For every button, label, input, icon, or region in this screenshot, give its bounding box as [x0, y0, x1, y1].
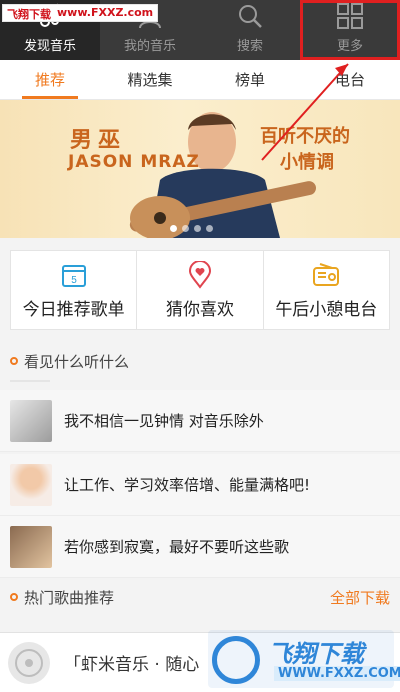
list-item[interactable]: 若你感到寂寞，最好不要听这些歌	[0, 516, 400, 578]
watermark-brand: 飞翔下载	[7, 8, 51, 21]
nav-label: 搜索	[236, 39, 263, 54]
promo-banner[interactable]: 男巫 JASON MRAZ 百听不厌的 小情调	[0, 100, 400, 238]
watermark-brand: 飞翔下载	[268, 640, 364, 668]
banner-artist-en: JASON MRAZ	[68, 152, 200, 172]
banner-pager	[170, 225, 213, 232]
section-bullet	[10, 593, 18, 601]
pager-dot[interactable]	[206, 225, 213, 232]
list-thumbnail	[10, 525, 52, 568]
watermark-url: www.FXXZ.com	[57, 6, 154, 19]
heart-location-icon	[188, 260, 211, 289]
top-nav: 发现音乐 我的音乐 搜索 更多 飞翔下载 www.FXXZ.com	[0, 0, 400, 60]
list-item-text: 让工作、学习效率倍增、能量满格吧!	[64, 476, 311, 494]
watermark-top: 飞翔下载 www.FXXZ.com	[2, 4, 159, 22]
list-item[interactable]: 让工作、学习效率倍增、能量满格吧!	[0, 454, 400, 516]
quick-label: 今日推荐歌单	[22, 299, 125, 320]
calendar-icon: 5	[61, 264, 86, 287]
list-thumbnail	[10, 399, 52, 442]
quick-label: 猜你喜欢	[165, 299, 234, 320]
section-see-what-hear: 看见什么听什么	[0, 344, 400, 378]
disc-icon	[8, 641, 50, 684]
quick-access: 5 今日推荐歌单 猜你喜欢 午后小憩电台	[10, 250, 390, 330]
pager-dot[interactable]	[182, 225, 189, 232]
watermark-url: WWW.FXXZ.COM	[274, 666, 400, 681]
watermark-bottom: 飞翔下载 WWW.FXXZ.COM	[208, 630, 400, 688]
pager-dot[interactable]	[194, 225, 201, 232]
list-item-text: 若你感到寂寞，最好不要听这些歌	[64, 538, 290, 556]
list-thumbnail	[10, 463, 52, 506]
section-title: 看见什么听什么	[24, 352, 130, 371]
pager-dot[interactable]	[170, 225, 177, 232]
list-item-text: 我不相信一见钟情 对音乐除外	[64, 412, 264, 430]
tab-charts[interactable]: 榜单	[200, 60, 300, 99]
mini-player[interactable]: 「虾米音乐 · 随心 飞翔下载 WWW.FXXZ.COM	[0, 630, 400, 692]
tab-featured[interactable]: 精选集	[100, 60, 200, 99]
nav-more[interactable]: 更多	[300, 0, 400, 60]
nav-search[interactable]: 搜索	[200, 0, 300, 60]
nav-label: 更多	[336, 39, 363, 54]
quick-label: 午后小憩电台	[275, 299, 378, 320]
banner-slogan-line2: 小情调	[280, 152, 334, 173]
watermark-logo-icon	[212, 636, 260, 684]
section-title: 热门歌曲推荐	[24, 588, 115, 607]
vinyl-icon	[15, 648, 43, 677]
divider	[10, 380, 50, 382]
player-now-playing: 「虾米音乐 · 随心	[64, 655, 200, 675]
quick-afternoon-radio[interactable]: 午后小憩电台	[264, 251, 389, 329]
section-bullet	[10, 357, 18, 365]
tab-radio[interactable]: 电台	[300, 60, 400, 99]
content-tabs: 推荐 精选集 榜单 电台	[0, 60, 400, 100]
list-item[interactable]: 我不相信一见钟情 对音乐除外	[0, 390, 400, 452]
nav-label: 我的音乐	[123, 39, 176, 54]
svg-text:5: 5	[71, 275, 77, 286]
quick-daily-playlist[interactable]: 5 今日推荐歌单	[11, 251, 138, 329]
download-all-button[interactable]: 全部下载	[330, 587, 390, 608]
nav-label: 发现音乐	[23, 39, 76, 54]
tab-recommend[interactable]: 推荐	[0, 60, 100, 99]
banner-artist-cn: 男巫	[70, 128, 127, 153]
quick-guess-you-like[interactable]: 猜你喜欢	[137, 251, 264, 329]
section-hot-songs: 热门歌曲推荐 全部下载	[0, 580, 400, 614]
banner-slogan-line1: 百听不厌的	[260, 126, 350, 147]
search-icon	[239, 5, 262, 28]
grid-icon	[337, 3, 363, 29]
radio-icon	[313, 262, 340, 286]
